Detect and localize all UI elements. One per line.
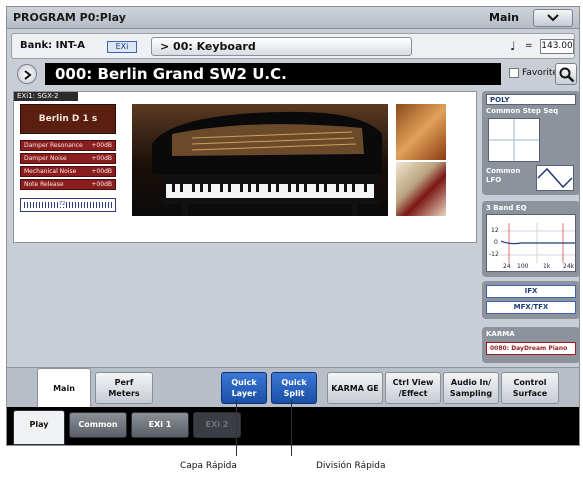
lfo-graph[interactable] — [536, 165, 574, 191]
tab-label: Quick Split — [281, 378, 307, 398]
exi-panel: EXi1: SGX-2 Berlin D 1 s Damper Resonanc… — [13, 91, 477, 243]
eq-y-mid: 0 — [494, 239, 498, 246]
grand-piano-image — [132, 104, 388, 216]
step-seq-grid — [489, 119, 539, 161]
korg-screen: PROGRAM P0:Play Main Bank: INT-A EXi > 0… — [6, 6, 580, 446]
program-select-button[interactable]: > 00: Keyboard — [151, 37, 412, 56]
tab-control-surface[interactable]: Control Surface — [501, 372, 559, 404]
eq-title: 3 Band EQ — [486, 204, 527, 212]
param-mechanical-noise[interactable]: Mechanical Noise +00dB — [20, 166, 116, 177]
param-label: Note Release — [24, 181, 64, 188]
eq-section: 3 Band EQ 12 0 -12 24 100 1k 24k — [482, 201, 580, 277]
callout-quick-layer: Capa Rápida — [180, 461, 237, 471]
common-lfo-label: Common LFO — [486, 167, 521, 184]
title-bar: PROGRAM P0:Play Main — [7, 7, 579, 29]
tab-ctrl-view-effect[interactable]: Ctrl View /Effect — [385, 372, 441, 404]
tab-label: Audio In/ Sampling — [449, 378, 493, 398]
bank-row: Bank: INT-A EXi > 00: Keyboard ♩ = 143.0… — [11, 33, 575, 59]
triangle-wave-icon — [537, 167, 573, 189]
tab-label: KARMA GE — [331, 383, 379, 393]
quick-layer-button[interactable]: Quick Layer — [221, 372, 267, 404]
chevron-down-icon — [547, 14, 559, 22]
search-icon — [559, 67, 575, 83]
tempo-note-icon: ♩ — [510, 39, 516, 53]
eq-graph[interactable]: 12 0 -12 24 100 1k 24k — [486, 214, 576, 272]
page-title: PROGRAM P0:Play — [13, 11, 126, 24]
eq-curve — [500, 223, 575, 263]
step-seq-graph[interactable] — [488, 118, 540, 162]
favorite-label: Favorite — [522, 68, 558, 78]
tab-play[interactable]: Play — [13, 410, 65, 445]
exi-tag: EXi1: SGX-2 — [14, 92, 78, 101]
piano-illustration — [152, 111, 382, 216]
tab-label: Main — [53, 384, 75, 393]
karma-section: KARMA 0080: DayDream Piano — [482, 327, 580, 363]
mode-label: Main — [489, 11, 519, 24]
search-button[interactable] — [555, 63, 577, 85]
mode-dropdown-button[interactable] — [533, 9, 573, 27]
tab-label: Perf Meters — [108, 378, 140, 398]
tab-label: Control Surface — [512, 378, 548, 398]
bank-label: Bank: INT-A — [20, 40, 85, 51]
param-value: +00dB — [91, 181, 112, 188]
velocity-value: 72 — [59, 201, 66, 207]
velocity-bar[interactable]: 72 — [20, 198, 116, 212]
param-value: +00dB — [91, 168, 112, 175]
param-label: Damper Noise — [24, 155, 67, 162]
tab-main[interactable]: Main — [37, 368, 91, 408]
exi-badge: EXi — [107, 41, 137, 53]
callout-line-right — [291, 400, 292, 456]
param-damper-resonance[interactable]: Damper Resonance +00dB — [20, 140, 116, 151]
param-damper-noise[interactable]: Damper Noise +00dB — [20, 153, 116, 164]
favorite-checkbox[interactable]: Favorite — [509, 68, 558, 78]
callout-quick-split: División Rápida — [316, 461, 386, 471]
param-value: +00dB — [91, 142, 112, 149]
karma-title: KARMA — [486, 330, 515, 338]
eq-x4: 24k — [563, 263, 575, 270]
piano-strings-image — [396, 104, 446, 160]
velocity-scale — [24, 202, 112, 208]
tab-perf-meters[interactable]: Perf Meters — [95, 372, 153, 404]
tab-exi2: EXi 2 — [193, 412, 241, 438]
bottom-tab-bar: Play Common EXi 1 EXi 2 — [7, 407, 579, 445]
eq-x3: 1k — [543, 263, 551, 270]
program-row: 000: Berlin Grand SW2 U.C. Favorite — [11, 61, 577, 87]
quick-split-button[interactable]: Quick Split — [271, 372, 317, 404]
tab-karma-ge[interactable]: KARMA GE — [327, 372, 383, 404]
tab-label: Quick Layer — [231, 378, 257, 398]
tempo-field[interactable]: 143.00 — [540, 39, 574, 54]
program-name[interactable]: 000: Berlin Grand SW2 U.C. — [45, 63, 501, 85]
ifx-button[interactable]: IFX — [486, 285, 576, 298]
eq-y-bottom: -12 — [489, 251, 499, 258]
eq-x2: 100 — [517, 263, 529, 270]
tab-audio-in-sampling[interactable]: Audio In/ Sampling — [443, 372, 499, 404]
tempo-equals: = — [525, 41, 533, 51]
tab-exi1[interactable]: EXi 1 — [131, 412, 189, 438]
tab-common[interactable]: Common — [69, 412, 127, 438]
program-nav-button[interactable] — [17, 64, 37, 84]
effects-section: IFX MFX/TFX — [482, 281, 580, 319]
param-note-release[interactable]: Note Release +00dB — [20, 179, 116, 190]
checkbox-box[interactable] — [509, 68, 519, 78]
engine-name: Berlin D 1 s — [20, 104, 116, 134]
poly-section: POLY Common Step Seq Common LFO — [482, 91, 580, 195]
param-label: Damper Resonance — [24, 142, 83, 149]
chevron-right-icon — [24, 70, 32, 80]
eq-y-top: 12 — [491, 227, 499, 234]
mode-select[interactable]: Main — [489, 9, 573, 27]
param-label: Mechanical Noise — [24, 168, 77, 175]
callout-line-left — [236, 400, 237, 456]
tab-label: Ctrl View /Effect — [392, 378, 434, 398]
eq-x1: 24 — [503, 263, 511, 270]
mfx-tfx-button[interactable]: MFX/TFX — [486, 301, 576, 314]
common-step-seq-label: Common Step Seq — [486, 107, 559, 115]
karma-gem-field[interactable]: 0080: DayDream Piano — [486, 342, 576, 355]
page-tabs: Main Perf Meters Quick Layer Quick Split… — [7, 367, 579, 408]
piano-hammers-image — [396, 162, 446, 216]
poly-tag[interactable]: POLY — [486, 94, 576, 105]
param-value: +00dB — [91, 155, 112, 162]
